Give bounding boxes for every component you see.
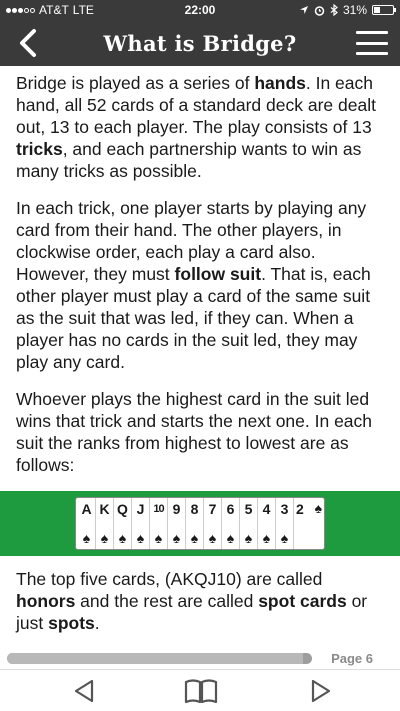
spade-icon: ♠ (136, 530, 145, 546)
paragraph-hands: Bridge is played as a series of hands. I… (0, 72, 400, 182)
playing-card: 2 ♠ (294, 498, 322, 549)
spade-icon: ♠ (280, 530, 289, 546)
playing-card: 4 ♠ (258, 498, 276, 549)
paragraph-honors: The top five cards, (AKQJ10) are called … (0, 568, 400, 634)
text-run: The top five cards, (AKQJ10) are called (16, 569, 323, 589)
card-rank: Q (117, 501, 128, 517)
playing-card: 9 ♠ (168, 498, 186, 549)
spade-icon: ♠ (244, 530, 253, 546)
bold-term: honors (16, 591, 76, 611)
text-run: Whoever plays the highest card in the su… (16, 389, 373, 475)
card-rank: 10 (153, 503, 164, 515)
playing-card: 7 ♠ (204, 498, 222, 549)
spade-icon: ♠ (172, 530, 181, 546)
playing-card: 3 ♠ (276, 498, 294, 549)
bold-term: tricks (16, 139, 63, 159)
nav-header: What is Bridge? (0, 20, 400, 66)
playing-card: A ♠ (78, 498, 96, 549)
text-run: Bridge is played as a series of (16, 73, 255, 93)
battery-icon (372, 5, 396, 15)
card-rank: A (81, 501, 92, 517)
bold-term: spot cards (258, 591, 347, 611)
status-bar: AT&T LTE 22:00 31% (0, 0, 400, 20)
spade-icon: ♠ (314, 500, 322, 516)
text-run: . (94, 613, 100, 633)
spade-cards-fan: A ♠ K ♠ Q ♠ J ♠ 10 ♠ 9 ♠ 8 ♠ 7 ♠ 6 ♠ 5 ♠ 4 ♠ 3 ♠ 2 ♠ (75, 497, 325, 550)
triangle-left-icon (74, 679, 94, 703)
carrier-label: AT&T (39, 3, 69, 17)
card-rank: 5 (244, 501, 253, 517)
open-book-icon (184, 679, 218, 704)
bluetooth-icon (330, 4, 338, 16)
card-rank: 2 (296, 501, 304, 517)
card-display-table: A ♠ K ♠ Q ♠ J ♠ 10 ♠ 9 ♠ 8 ♠ 7 ♠ 6 ♠ 5 ♠ 4 ♠ 3 ♠ 2 ♠ (0, 491, 400, 556)
page-progress: Page 6 (0, 648, 400, 670)
playing-card: J ♠ (132, 498, 150, 549)
spade-icon: ♠ (82, 530, 91, 546)
menu-button[interactable] (356, 29, 388, 57)
hamburger-menu-icon (356, 31, 388, 34)
page-title: What is Bridge? (103, 30, 297, 56)
spade-icon: ♠ (154, 530, 163, 546)
signal-strength-icon (6, 7, 35, 13)
spade-icon: ♠ (100, 530, 109, 546)
bottom-toolbar (0, 669, 400, 711)
spade-icon: ♠ (226, 530, 235, 546)
spade-icon: ♠ (190, 530, 199, 546)
card-rank: 6 (226, 501, 235, 517)
progress-fill (7, 653, 303, 664)
bold-term: spots (48, 613, 95, 633)
triangle-right-icon (311, 679, 331, 703)
paragraph-tricks: In each trick, one player starts by play… (0, 197, 400, 373)
bold-term: follow suit (174, 264, 262, 284)
card-rank: J (136, 501, 145, 517)
playing-card: 8 ♠ (186, 498, 204, 549)
progress-bar[interactable] (7, 653, 312, 664)
chevron-left-icon (20, 29, 36, 57)
battery-percent: 31% (342, 3, 367, 17)
card-rank: 8 (190, 501, 199, 517)
playing-card: Q ♠ (114, 498, 132, 549)
playing-card: 6 ♠ (222, 498, 240, 549)
back-button[interactable] (14, 28, 44, 58)
card-rank: K (99, 501, 110, 517)
playing-card: K ♠ (96, 498, 114, 549)
status-right: 31% (299, 3, 396, 17)
spade-icon: ♠ (118, 530, 127, 546)
card-rank: 9 (172, 501, 181, 517)
lesson-content: Bridge is played as a series of hands. I… (0, 66, 400, 634)
playing-card: 10 ♠ (150, 498, 168, 549)
contents-button[interactable] (184, 678, 218, 704)
location-icon (299, 6, 308, 14)
previous-page-button[interactable] (70, 678, 98, 704)
alarm-icon (314, 5, 325, 16)
text-run: , and each partnership wants to win as m… (16, 139, 362, 181)
card-rank: 4 (262, 501, 271, 517)
status-left: AT&T LTE (6, 3, 299, 17)
playing-card: 5 ♠ (240, 498, 258, 549)
spade-icon: ♠ (262, 530, 271, 546)
text-run: and the rest are called (75, 591, 259, 611)
card-rank: 3 (280, 501, 289, 517)
bold-term: hands (254, 73, 306, 93)
page-number: Page 6 (331, 651, 373, 666)
paragraph-ranks: Whoever plays the highest card in the su… (0, 388, 400, 476)
network-label: LTE (72, 3, 94, 17)
next-page-button[interactable] (307, 678, 335, 704)
spade-icon: ♠ (208, 530, 217, 546)
card-rank: 7 (208, 501, 217, 517)
